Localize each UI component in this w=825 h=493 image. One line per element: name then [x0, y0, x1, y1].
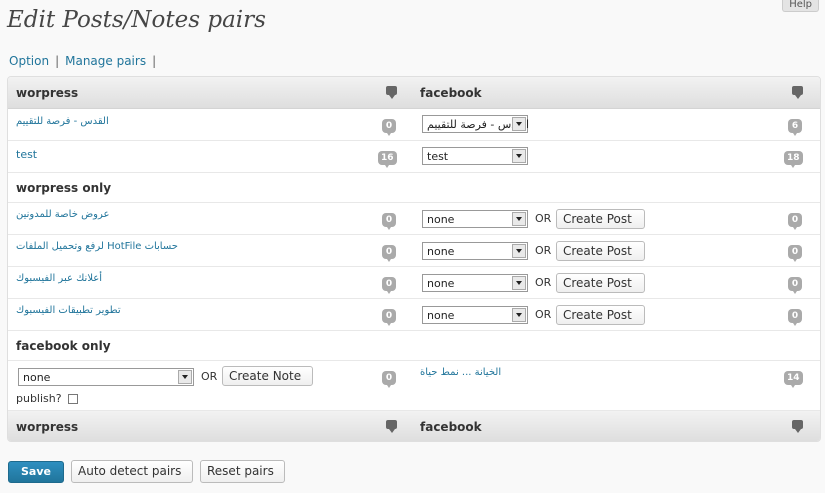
wordpress-post-link[interactable]: عروض خاصة للمدونين [16, 209, 109, 220]
wordpress-post-link[interactable]: القدس - فرصة للتقييم [16, 116, 109, 127]
section-header-wordpress-only: worpress only [8, 173, 820, 203]
select-value: none [427, 277, 455, 290]
comment-count-badge: 14 [784, 371, 803, 388]
column-header-wordpress: worpress [16, 86, 79, 100]
table-header: worpress facebook [8, 77, 820, 109]
facebook-post-select[interactable]: test [422, 147, 528, 165]
select-value: test [427, 150, 449, 163]
facebook-note-link[interactable]: الخيانة ... نمط حياة [420, 367, 501, 378]
comments-icon [792, 86, 803, 99]
table-footer: worpress facebook [8, 411, 820, 441]
subnav: Option | Manage pairs | [9, 54, 162, 68]
facebook-post-select[interactable]: none [422, 210, 528, 228]
table-row: test 16 test 18 [8, 141, 820, 173]
comments-icon [386, 420, 397, 433]
comment-count-badge: 0 [788, 277, 802, 294]
table-row: أعلانك عبر الفيسبوك 0 none OR Create Pos… [8, 267, 820, 299]
facebook-post-select[interactable]: none [422, 274, 528, 292]
or-label: OR [535, 308, 552, 321]
comment-count-badge: 0 [382, 309, 396, 326]
comment-count-badge: 0 [382, 119, 396, 136]
comment-count-badge: 0 [382, 245, 396, 262]
wordpress-post-link[interactable]: test [16, 148, 37, 161]
wordpress-post-link[interactable]: لرفع وتحميل الملفات HotFile حسابات [16, 241, 178, 252]
facebook-post-select[interactable]: none [422, 306, 528, 324]
wordpress-post-link[interactable]: أعلانك عبر الفيسبوك [16, 273, 102, 284]
table-row: none OR Create Note publish? 0 الخيانة .… [8, 361, 820, 411]
subnav-separator: | [55, 54, 60, 68]
create-post-button[interactable]: Create Post [556, 273, 645, 293]
table-row: القدس - فرصة للتقييم 0 القدس - فرصة للتق… [8, 109, 820, 141]
table-row: لرفع وتحميل الملفات HotFile حسابات 0 non… [8, 235, 820, 267]
comment-count-badge: 6 [788, 119, 802, 136]
publish-label: publish? [16, 392, 62, 405]
comment-count-badge: 0 [382, 213, 396, 230]
column-header-wordpress: worpress [16, 420, 79, 434]
chevron-down-icon [512, 117, 526, 131]
select-value: none [427, 245, 455, 258]
section-title: worpress only [16, 181, 112, 195]
wordpress-post-link[interactable]: تطوير تطبيقات الفيسبوك [16, 305, 121, 316]
table-row: تطوير تطبيقات الفيسبوك 0 none OR Create … [8, 299, 820, 331]
facebook-post-select[interactable]: none [422, 242, 528, 260]
comments-icon [792, 420, 803, 433]
chevron-down-icon [512, 149, 526, 163]
or-label: OR [535, 244, 552, 257]
pairs-table: worpress facebook القدس - فرصة للتقييم 0… [7, 76, 821, 442]
chevron-down-icon [512, 212, 526, 226]
facebook-post-select[interactable]: القدس - فرصة للتقييم [422, 115, 529, 133]
option-link[interactable]: Option [9, 54, 49, 68]
wordpress-post-select[interactable]: none [18, 368, 194, 386]
select-value: none [23, 371, 51, 384]
comment-count-badge: 0 [382, 371, 396, 388]
subnav-separator: | [152, 54, 157, 68]
auto-detect-pairs-button[interactable]: Auto detect pairs [71, 460, 193, 483]
save-button[interactable]: Save [8, 461, 64, 483]
help-tab[interactable]: Help [782, 0, 819, 12]
create-note-button[interactable]: Create Note [222, 366, 313, 386]
manage-pairs-link[interactable]: Manage pairs [65, 54, 146, 68]
chevron-down-icon [512, 244, 526, 258]
section-header-facebook-only: facebook only [8, 331, 820, 361]
chevron-down-icon [178, 370, 192, 384]
section-title: facebook only [16, 339, 111, 353]
create-post-button[interactable]: Create Post [556, 305, 645, 325]
comment-count-badge: 18 [784, 151, 803, 168]
publish-checkbox[interactable] [68, 394, 78, 404]
page-title: Edit Posts/Notes pairs [7, 7, 266, 33]
comment-count-badge: 16 [378, 151, 397, 168]
comment-count-badge: 0 [788, 213, 802, 230]
select-value: none [427, 309, 455, 322]
chevron-down-icon [512, 308, 526, 322]
comment-count-badge: 0 [788, 245, 802, 262]
create-post-button[interactable]: Create Post [556, 241, 645, 261]
comments-icon [386, 86, 397, 99]
reset-pairs-button[interactable]: Reset pairs [200, 460, 285, 483]
comment-count-badge: 0 [788, 309, 802, 326]
or-label: OR [201, 370, 218, 383]
create-post-button[interactable]: Create Post [556, 209, 645, 229]
chevron-down-icon [512, 276, 526, 290]
comment-count-badge: 0 [382, 277, 396, 294]
or-label: OR [535, 212, 552, 225]
or-label: OR [535, 276, 552, 289]
column-header-facebook: facebook [420, 86, 482, 100]
select-value: none [427, 213, 455, 226]
table-row: عروض خاصة للمدونين 0 none OR Create Post… [8, 203, 820, 235]
column-header-facebook: facebook [420, 420, 482, 434]
